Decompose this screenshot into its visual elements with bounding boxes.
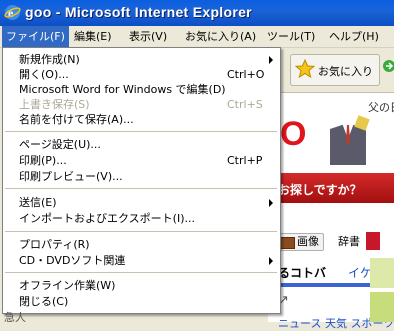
search-question: お探しですか？ — [278, 183, 362, 197]
menu-tools[interactable]: ツール(T) — [263, 26, 319, 47]
banner: O 父の日 — [268, 93, 394, 168]
menu-separator — [5, 231, 277, 232]
menu-item-label: オフライン作業(W) — [19, 279, 116, 292]
menu-view[interactable]: 表示(V) — [125, 26, 171, 47]
menu-separator — [5, 272, 277, 273]
tab-image-label: 画像 — [297, 235, 319, 248]
menu-item-print[interactable]: 印刷(P)... Ctrl+P — [3, 152, 280, 169]
menu-separator — [5, 188, 277, 189]
menu-item-import-export[interactable]: インポートおよびエクスポート(I)... — [3, 210, 280, 227]
file-menu-dropdown: 新規作成(N) 開く(O)... Ctrl+O Microsoft Word f… — [2, 47, 281, 314]
history-icon[interactable] — [380, 58, 394, 74]
star-icon — [295, 59, 315, 79]
side-ad — [370, 258, 394, 288]
menu-item-label: ページ設定(U)... — [19, 138, 101, 151]
submenu-arrow-icon — [269, 56, 273, 64]
menu-item-label: 印刷プレビュー(V)... — [19, 170, 123, 183]
menu-item-label: インポートおよびエクスポート(I)... — [19, 212, 195, 225]
fathers-day-label: 父の日 — [368, 101, 394, 114]
submenu-arrow-icon — [269, 199, 273, 207]
menu-separator — [5, 131, 277, 132]
tab-dictionary[interactable]: 辞書 — [338, 233, 360, 251]
menu-item-label: 閉じる(C) — [19, 295, 69, 308]
svg-text:e: e — [8, 6, 14, 20]
favorites-panel-item[interactable]: 急人 — [4, 309, 34, 324]
menu-item-properties[interactable]: プロパティ(R) — [3, 236, 280, 253]
search-tabs: 画像 辞書 — [268, 229, 394, 251]
image-icon — [280, 237, 295, 249]
menu-item-close[interactable]: 閉じる(C) — [3, 293, 280, 310]
menu-file[interactable]: ファイル(F) — [2, 26, 69, 47]
title-bar[interactable]: e goo - Microsoft Internet Explorer — [0, 0, 394, 26]
menu-item-label: 名前を付けて保存(A)... — [19, 113, 134, 126]
internet-explorer-icon: e — [4, 5, 21, 20]
side-ad-lower — [370, 292, 394, 322]
menu-bar: ファイル(F) 編集(E) 表示(V) お気に入り(A) ツール(T) ヘルプ(… — [0, 26, 394, 48]
menu-item-shortcut: Ctrl+P — [227, 154, 263, 167]
menu-item-send[interactable]: 送信(E) — [3, 194, 280, 211]
suit-illustration — [330, 115, 370, 165]
menu-item-cd-dvd[interactable]: CD・DVDソフト関連 — [3, 252, 280, 269]
menu-item-label: 送信(E) — [19, 196, 57, 209]
tab-image[interactable]: 画像 — [276, 233, 324, 251]
window-title: goo - Microsoft Internet Explorer — [25, 4, 252, 20]
submenu-arrow-icon — [269, 257, 273, 265]
toolbar: お気に入り — [268, 48, 394, 93]
search-banner: お探しですか？ — [268, 173, 394, 203]
book-icon[interactable] — [366, 232, 380, 250]
menu-help[interactable]: ヘルプ(H) — [325, 26, 383, 47]
menu-item-save-as[interactable]: 名前を付けて保存(A)... — [3, 111, 280, 128]
banner-letter: O — [280, 115, 307, 153]
menu-item-work-offline[interactable]: オフライン作業(W) — [3, 277, 280, 294]
trending-title: るコトバ — [278, 266, 327, 280]
menu-item-label: 印刷(P)... — [19, 154, 67, 167]
menu-edit[interactable]: 編集(E) — [70, 26, 116, 47]
menu-item-print-preview[interactable]: 印刷プレビュー(V)... — [3, 168, 280, 185]
menu-item-page-setup[interactable]: ページ設定(U)... — [3, 136, 280, 153]
menu-favorites[interactable]: お気に入り(A) — [181, 26, 260, 47]
menu-item-label: プロパティ(R) — [19, 238, 90, 251]
menu-item-label: CD・DVDソフト関連 — [19, 254, 126, 267]
favorites-button[interactable]: お気に入り — [290, 54, 380, 86]
favorites-label: お気に入り — [318, 65, 373, 78]
